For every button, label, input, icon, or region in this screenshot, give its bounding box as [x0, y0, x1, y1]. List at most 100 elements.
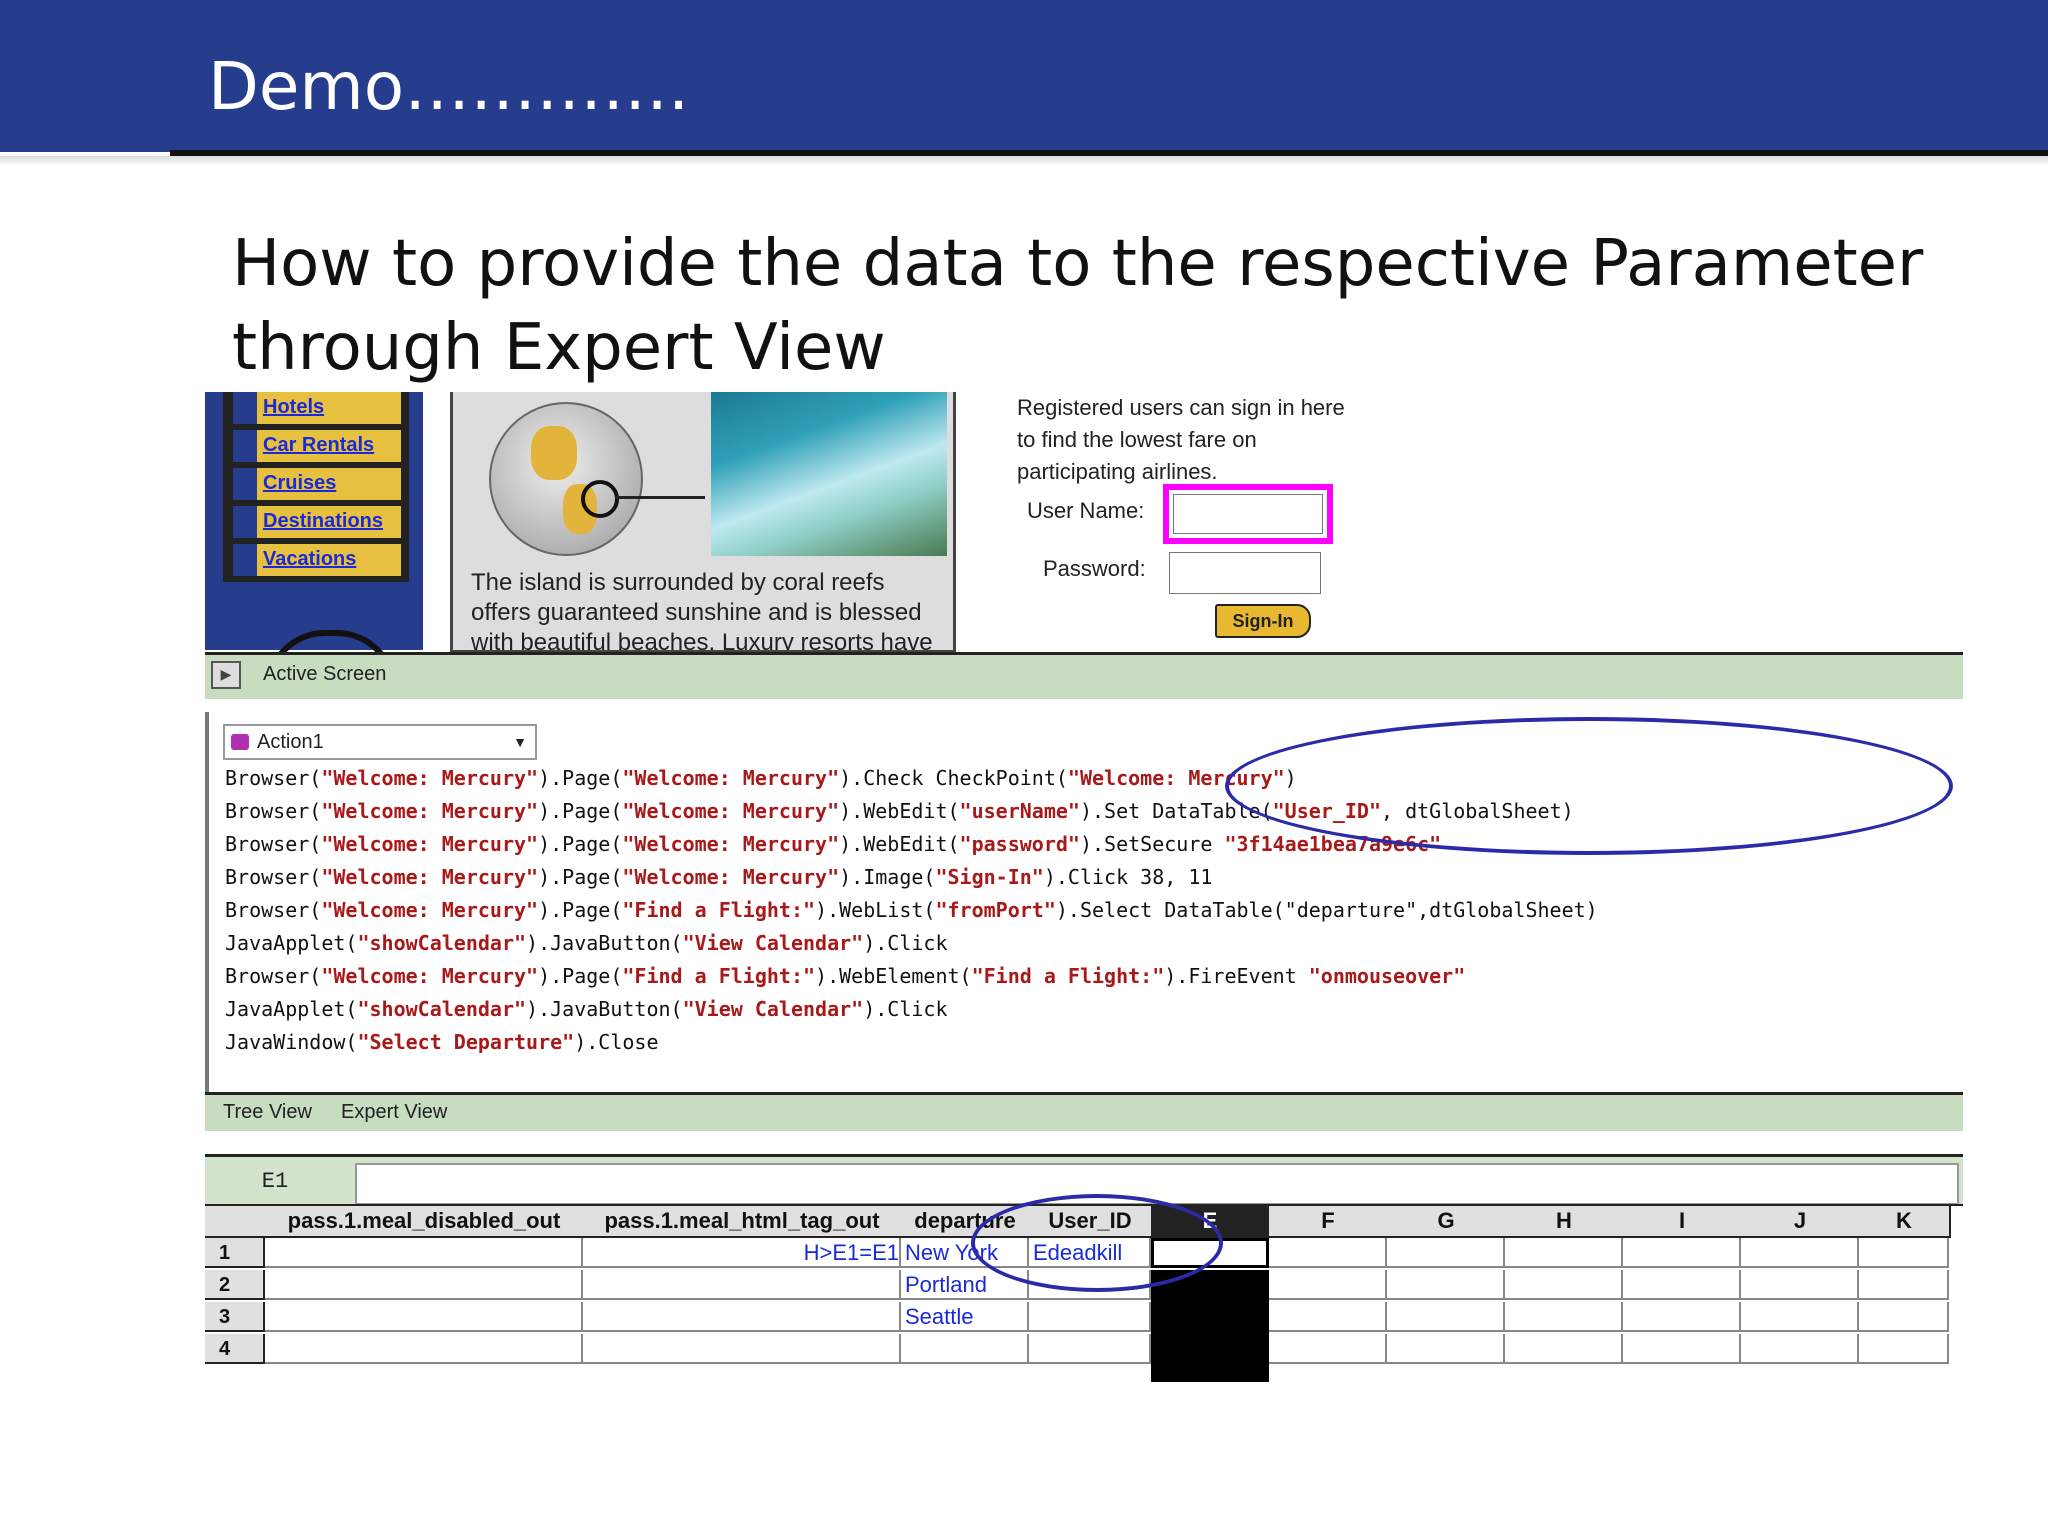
- nav-item-destinations[interactable]: Destinations: [233, 506, 401, 541]
- table-cell[interactable]: [1505, 1238, 1623, 1268]
- table-cell[interactable]: [1623, 1238, 1741, 1268]
- code-line[interactable]: JavaApplet("showCalendar").JavaButton("V…: [225, 993, 1598, 1026]
- code-text: ).JavaButton(: [526, 931, 683, 955]
- table-cell[interactable]: [1505, 1302, 1623, 1332]
- table-cell[interactable]: [1859, 1302, 1949, 1332]
- column-header[interactable]: pass.1.meal_html_tag_out: [583, 1206, 903, 1238]
- table-cell[interactable]: [901, 1334, 1029, 1364]
- code-line[interactable]: Browser("Welcome: Mercury").Page("Find a…: [225, 960, 1598, 993]
- code-text: ).Page(: [538, 766, 623, 790]
- table-cell[interactable]: [1859, 1270, 1949, 1300]
- nav-panel: Hotels Car Rentals Cruises Destinations …: [223, 392, 409, 582]
- code-string: "fromPort": [935, 898, 1056, 922]
- code-text: ).Close: [574, 1030, 659, 1054]
- table-cell[interactable]: [1505, 1270, 1623, 1300]
- table-cell[interactable]: [265, 1238, 583, 1268]
- column-header[interactable]: G: [1387, 1206, 1507, 1238]
- tab-tree-view[interactable]: Tree View: [223, 1101, 312, 1124]
- code-text: Browser(: [225, 832, 322, 856]
- table-cell[interactable]: [1741, 1270, 1859, 1300]
- code-line[interactable]: JavaWindow("Select Departure").Close: [225, 1026, 1598, 1059]
- table-cell[interactable]: Seattle: [901, 1302, 1029, 1332]
- table-cell[interactable]: [1269, 1302, 1387, 1332]
- column-header[interactable]: pass.1.meal_disabled_out: [265, 1206, 585, 1238]
- column-header[interactable]: I: [1623, 1206, 1743, 1238]
- tab-expert-view[interactable]: Expert View: [341, 1101, 447, 1124]
- code-string: "userName": [959, 799, 1080, 823]
- play-icon[interactable]: ▶: [211, 661, 241, 689]
- user-name-input[interactable]: [1163, 484, 1333, 544]
- table-cell[interactable]: [1029, 1302, 1151, 1332]
- sign-in-button[interactable]: Sign-In: [1215, 604, 1311, 638]
- password-input[interactable]: [1169, 552, 1321, 594]
- column-header[interactable]: J: [1741, 1206, 1861, 1238]
- table-cell[interactable]: [1859, 1238, 1949, 1268]
- code-line[interactable]: JavaApplet("showCalendar").JavaButton("V…: [225, 927, 1598, 960]
- table-cell[interactable]: [583, 1270, 901, 1300]
- table-cell[interactable]: [1387, 1270, 1505, 1300]
- table-cell[interactable]: [265, 1334, 583, 1364]
- nav-stripe: [233, 506, 257, 538]
- code-text: ).WebEdit(: [839, 832, 960, 856]
- formula-input[interactable]: [355, 1163, 1959, 1205]
- code-string: "Welcome: Mercury": [321, 832, 539, 856]
- nav-item-label[interactable]: Cruises: [263, 472, 336, 495]
- code-text: ).Page(: [538, 832, 623, 856]
- code-line[interactable]: Browser("Welcome: Mercury").Page("Welcom…: [225, 861, 1598, 894]
- table-cell[interactable]: [1387, 1238, 1505, 1268]
- table-cell[interactable]: [1623, 1270, 1741, 1300]
- table-cell[interactable]: [1741, 1238, 1859, 1268]
- selected-column[interactable]: [1151, 1270, 1269, 1382]
- code-text: ).Check CheckPoint(: [839, 766, 1068, 790]
- nav-item-vacations[interactable]: Vacations: [233, 544, 401, 579]
- table-cell[interactable]: [1859, 1334, 1949, 1364]
- code-line[interactable]: [225, 1059, 1598, 1092]
- table-cell[interactable]: [583, 1334, 901, 1364]
- code-line[interactable]: Browser("Welcome: Mercury").Page("Find a…: [225, 894, 1598, 927]
- table-cell[interactable]: [1623, 1334, 1741, 1364]
- row-header[interactable]: 1: [205, 1238, 265, 1268]
- code-text: JavaApplet(: [225, 931, 358, 955]
- nav-item-label[interactable]: Hotels: [263, 396, 324, 419]
- column-header[interactable]: F: [1269, 1206, 1389, 1238]
- row-header[interactable]: 3: [205, 1302, 265, 1332]
- code-text: Browser(: [225, 766, 322, 790]
- beach-photo: [711, 392, 947, 556]
- table-cell[interactable]: [1623, 1302, 1741, 1332]
- table-cell[interactable]: [265, 1302, 583, 1332]
- table-cell[interactable]: [1741, 1334, 1859, 1364]
- nav-item-label[interactable]: Vacations: [263, 548, 356, 571]
- nav-item-label[interactable]: Car Rentals: [263, 434, 374, 457]
- row-header[interactable]: 2: [205, 1270, 265, 1300]
- corner-header[interactable]: [205, 1206, 267, 1238]
- code-string: "showCalendar": [357, 997, 527, 1021]
- nav-item-label[interactable]: Destinations: [263, 510, 383, 533]
- code-string: "Sign-In": [935, 865, 1044, 889]
- nav-item-hotels[interactable]: Hotels: [233, 392, 401, 427]
- code-text: ).Select DataTable("departure",dtGlobalS…: [1055, 898, 1598, 922]
- nav-item-car-rentals[interactable]: Car Rentals: [233, 430, 401, 465]
- table-cell[interactable]: [1269, 1238, 1387, 1268]
- table-cell[interactable]: [1269, 1270, 1387, 1300]
- code-string: "Welcome: Mercury": [321, 865, 539, 889]
- table-cell[interactable]: [1741, 1302, 1859, 1332]
- table-cell[interactable]: [1387, 1334, 1505, 1364]
- row-header[interactable]: 4: [205, 1334, 265, 1364]
- chevron-down-icon[interactable]: ▼: [509, 726, 531, 758]
- table-cell[interactable]: [1505, 1334, 1623, 1364]
- code-text: Browser(: [225, 865, 322, 889]
- action-select[interactable]: Action1 ▼: [223, 724, 537, 760]
- table-cell[interactable]: [1269, 1334, 1387, 1364]
- table-cell[interactable]: [583, 1302, 901, 1332]
- table-cell[interactable]: H>E1=E1: [583, 1238, 901, 1268]
- tab-active-screen[interactable]: Active Screen: [263, 663, 386, 686]
- table-cell[interactable]: [1387, 1302, 1505, 1332]
- column-header[interactable]: H: [1505, 1206, 1625, 1238]
- globe-icon: [489, 402, 643, 556]
- table-cell[interactable]: [1029, 1334, 1151, 1364]
- cell-reference: E1: [261, 1169, 289, 1194]
- code-text: ).Click: [863, 997, 948, 1021]
- table-cell[interactable]: [265, 1270, 583, 1300]
- nav-item-cruises[interactable]: Cruises: [233, 468, 401, 503]
- column-header[interactable]: K: [1859, 1206, 1951, 1238]
